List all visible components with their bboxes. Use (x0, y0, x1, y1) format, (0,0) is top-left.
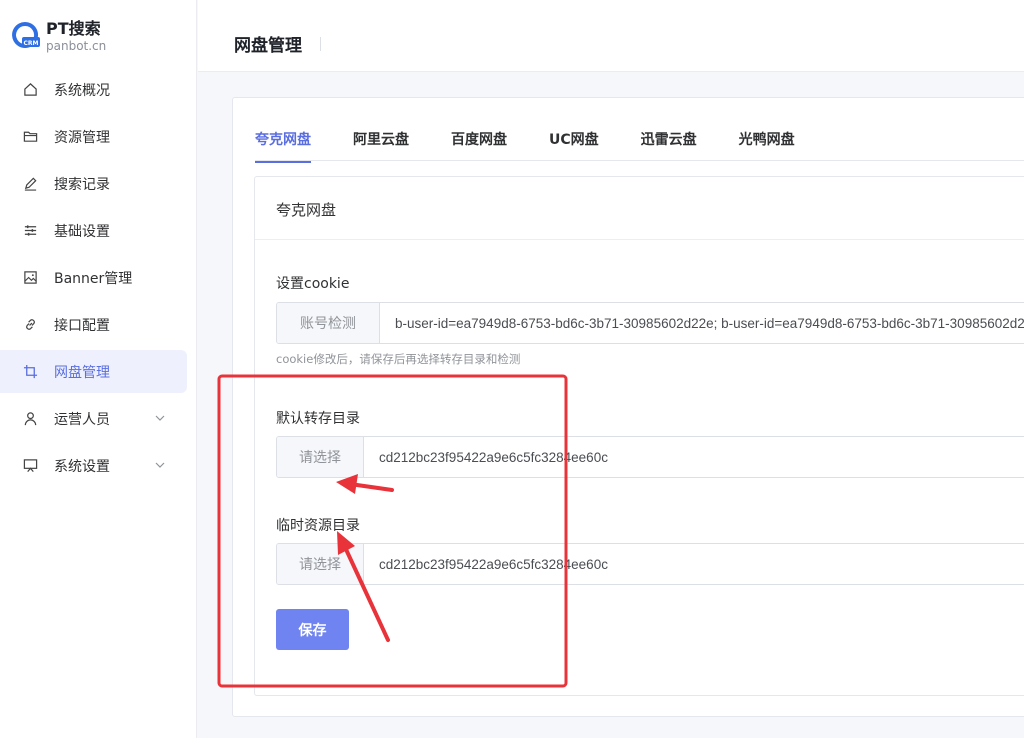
tabs-divider (255, 160, 1024, 161)
sidebar-item-operators[interactable]: 运营人员 (0, 397, 187, 440)
netdisk-card: 夸克网盘 阿里云盘 百度网盘 UC网盘 迅雷云盘 光鸭网盘 夸克网盘 设置coo… (232, 97, 1024, 717)
sidebar-item-label: 基础设置 (54, 223, 110, 240)
sidebar-item-api-config[interactable]: 接口配置 (0, 303, 187, 346)
chevron-down-icon (153, 411, 167, 425)
brand[interactable]: CRM PT搜索 panbot.cn (10, 16, 106, 56)
netdisk-tabs: 夸克网盘 阿里云盘 百度网盘 UC网盘 迅雷云盘 光鸭网盘 (255, 129, 837, 163)
sidebar-item-label: 系统设置 (54, 458, 110, 475)
folder-icon (22, 129, 38, 145)
tab-xunlei[interactable]: 迅雷云盘 (641, 129, 697, 159)
tab-guangya[interactable]: 光鸭网盘 (739, 129, 795, 159)
sidebar: CRM PT搜索 panbot.cn 系统概况 资源管理 搜索记录 基础设置 B… (0, 0, 197, 738)
tab-aliyun[interactable]: 阿里云盘 (353, 129, 409, 159)
temp-dir-select-button[interactable]: 请选择 (277, 544, 364, 584)
sidebar-item-overview[interactable]: 系统概况 (0, 68, 187, 111)
user-icon (22, 411, 38, 427)
sidebar-item-label: 接口配置 (54, 317, 110, 334)
sidebar-item-netdisk[interactable]: 网盘管理 (0, 350, 187, 393)
temp-dir-label: 临时资源目录 (276, 518, 360, 534)
cookie-input-group: 账号检测 b-user-id=ea7949d8-6753-bd6c-3b71-3… (276, 302, 1024, 344)
sidebar-item-basic-settings[interactable]: 基础设置 (0, 209, 187, 252)
sidebar-item-label: 运营人员 (54, 411, 110, 428)
sliders-icon (22, 223, 38, 239)
default-dir-select-button[interactable]: 请选择 (277, 437, 364, 477)
default-dir-input-group: 请选择 cd212bc23f95422a9e6c5fc3284ee60c (276, 436, 1024, 478)
page-header: 网盘管理 (198, 0, 1024, 72)
page-title: 网盘管理 (234, 36, 302, 56)
tab-quark[interactable]: 夸克网盘 (255, 129, 311, 163)
pencil-icon (22, 176, 38, 192)
home-icon (22, 82, 38, 98)
cookie-hint: cookie修改后，请保存后再选择转存目录和检测 (276, 352, 521, 366)
sidebar-item-label: 网盘管理 (54, 364, 110, 381)
sidebar-item-resources[interactable]: 资源管理 (0, 115, 187, 158)
temp-dir-input[interactable]: cd212bc23f95422a9e6c5fc3284ee60c (364, 544, 1024, 584)
crop-icon (22, 364, 38, 380)
panel-title: 夸克网盘 (276, 201, 337, 219)
brand-title: PT搜索 (46, 18, 101, 38)
account-check-button[interactable]: 账号检测 (277, 303, 380, 343)
chevron-down-icon (153, 458, 167, 472)
panel-divider (255, 239, 1024, 240)
sidebar-item-label: Banner管理 (54, 270, 133, 287)
default-dir-input[interactable]: cd212bc23f95422a9e6c5fc3284ee60c (364, 437, 1024, 477)
sidebar-item-label: 资源管理 (54, 129, 110, 146)
sidebar-item-label: 系统概况 (54, 82, 110, 99)
brand-subtitle: panbot.cn (46, 38, 107, 53)
sidebar-menu: 系统概况 资源管理 搜索记录 基础设置 Banner管理 接口配置 网盘管理 运… (0, 68, 197, 491)
link-icon (22, 317, 38, 333)
default-dir-label: 默认转存目录 (276, 411, 360, 427)
sidebar-item-search-log[interactable]: 搜索记录 (0, 162, 187, 205)
sidebar-item-system-settings[interactable]: 系统设置 (0, 444, 187, 487)
cookie-label: 设置cookie (276, 276, 350, 292)
temp-dir-input-group: 请选择 cd212bc23f95422a9e6c5fc3284ee60c (276, 543, 1024, 585)
quark-settings-panel: 夸克网盘 设置cookie 账号检测 b-user-id=ea7949d8-67… (254, 176, 1024, 696)
monitor-icon (22, 458, 38, 474)
brand-logo-icon: CRM (10, 21, 40, 51)
save-button[interactable]: 保存 (276, 609, 349, 650)
svg-text:CRM: CRM (24, 40, 39, 47)
title-divider (320, 37, 321, 51)
cookie-input[interactable]: b-user-id=ea7949d8-6753-bd6c-3b71-309856… (380, 303, 1024, 343)
image-icon (22, 270, 38, 286)
tab-baidu[interactable]: 百度网盘 (451, 129, 507, 159)
tab-uc[interactable]: UC网盘 (549, 129, 599, 159)
sidebar-item-banner[interactable]: Banner管理 (0, 256, 187, 299)
sidebar-item-label: 搜索记录 (54, 176, 110, 193)
